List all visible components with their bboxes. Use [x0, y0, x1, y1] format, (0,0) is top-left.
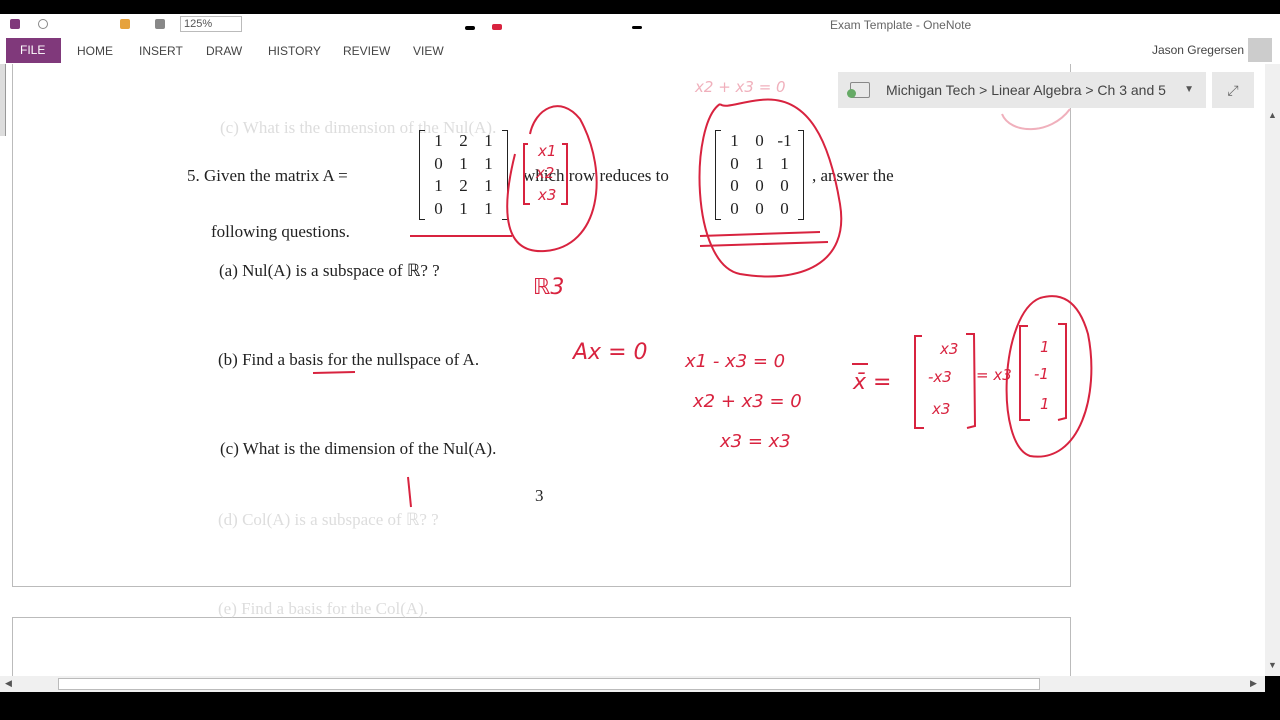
window-title: Exam Template - OneNote: [830, 18, 972, 32]
line-width-icon[interactable]: [632, 26, 642, 29]
scroll-thumb[interactable]: [58, 678, 1040, 690]
ink-tick: [407, 476, 412, 508]
ink-eq3: x3 = x3: [719, 431, 791, 452]
ink-arc-top: [1001, 108, 1071, 131]
pen-black-icon[interactable]: [465, 26, 475, 30]
tab-file[interactable]: FILE: [6, 38, 61, 63]
ink-x2: x2: [535, 164, 554, 182]
ink-bracket-right: [561, 143, 568, 205]
back-icon[interactable]: [38, 19, 48, 29]
tab-home[interactable]: HOME: [77, 44, 113, 58]
ink-xbar-text: x̄ =: [852, 370, 891, 395]
ink-ax0: Ax = 0: [571, 340, 648, 365]
ink-eq-top: x2 + x3 = 0: [694, 78, 786, 96]
panel-edge: [0, 64, 6, 136]
tab-draw[interactable]: DRAW: [206, 44, 242, 58]
ink-basis-1: 1: [1040, 338, 1050, 356]
tab-insert[interactable]: INSERT: [139, 44, 183, 58]
ink-times: = x3: [976, 366, 1012, 384]
ink-underline-basis: [312, 371, 356, 374]
user-name[interactable]: Jason Gregersen: [1152, 43, 1244, 57]
ink-eq1: x1 - x3 = 0: [684, 351, 785, 372]
ribbon: FILE HOME INSERT DRAW HISTORY REVIEW VIE…: [0, 34, 1280, 64]
ink-vec-3: x3: [931, 400, 950, 418]
ink-bracket-left: [523, 143, 530, 205]
ink-basis-3: 1: [1040, 395, 1050, 413]
ink-x1: x1: [537, 142, 556, 160]
page-canvas[interactable]: (c) What is the dimension of the Nul(A).…: [0, 64, 1265, 676]
ink-underline-rref: [699, 231, 829, 247]
ink-r3: ℝ3: [533, 275, 564, 300]
horizontal-scrollbar[interactable]: ◀ ▶: [0, 676, 1265, 692]
tab-review[interactable]: REVIEW: [343, 44, 390, 58]
scroll-left-icon[interactable]: ◀: [5, 678, 12, 689]
ink-vec-2: -x3: [928, 368, 952, 386]
onenote-logo-icon: [10, 19, 20, 29]
ink-basis-2: -1: [1034, 365, 1049, 383]
zoom-combobox[interactable]: 125%: [180, 16, 242, 32]
tab-history[interactable]: HISTORY: [268, 44, 321, 58]
quick-access-toolbar: 125% Exam Template - OneNote: [0, 14, 1280, 34]
pen-red-icon[interactable]: [492, 24, 502, 30]
dock-icon[interactable]: [120, 19, 130, 29]
vertical-scrollbar[interactable]: ▲ ▼: [1265, 64, 1280, 676]
tab-view[interactable]: VIEW: [413, 44, 444, 58]
scroll-up-icon[interactable]: ▲: [1268, 110, 1277, 120]
ink-vec-1: x3: [939, 340, 958, 358]
scroll-right-icon[interactable]: ▶: [1250, 678, 1257, 689]
insert-space-icon[interactable]: [155, 19, 165, 29]
avatar[interactable]: [1248, 38, 1272, 62]
ink-layer: x1 x2 x3 ℝ3 Ax = 0 x2 + x3 = 0 x1 - x3 =…: [312, 78, 1093, 508]
ink-eq2: x2 + x3 = 0: [692, 391, 802, 412]
scroll-down-icon[interactable]: ▼: [1268, 660, 1277, 670]
ink-circle-rref: [698, 98, 843, 278]
ink-x3: x3: [537, 186, 556, 204]
